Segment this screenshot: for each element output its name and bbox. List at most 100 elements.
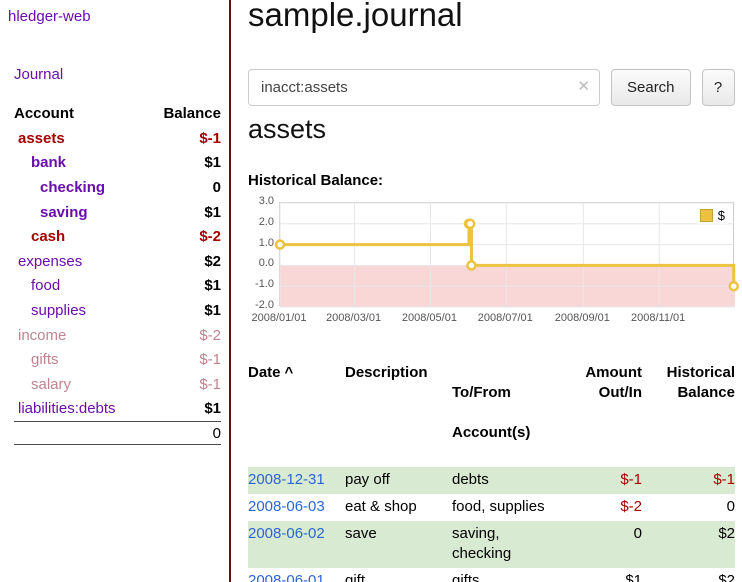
x-tick-label: 2008/05/01: [402, 312, 457, 324]
account-row: liabilities:debts $1: [14, 397, 221, 422]
col-header-balance: Historical Balance: [642, 360, 735, 467]
chart-legend: $: [697, 207, 728, 224]
x-tick-label: 2008/11/01: [631, 312, 685, 324]
account-link-gifts[interactable]: gifts: [14, 351, 59, 368]
hledger-web-app: hledger-web Journal Account Balance asse…: [0, 0, 742, 582]
section-heading: assets: [248, 112, 326, 146]
account-link-income[interactable]: income: [14, 327, 66, 344]
y-tick-label: -2.0: [255, 299, 274, 311]
account-row: income $-2: [14, 323, 221, 348]
account-balance: $1: [204, 302, 221, 319]
row-balance: $2: [642, 521, 735, 568]
chart-y-axis: 3.02.01.00.0-1.0-2.0: [248, 196, 274, 316]
account-balance: $-1: [199, 351, 221, 368]
row-amount: $-2: [580, 494, 642, 521]
table-row: 2008-06-01 gift gifts $1 $2: [248, 568, 735, 582]
balance-chart: 3.02.01.00.0-1.0-2.0 $ 2008/01/012008/03…: [248, 196, 735, 330]
col-header-description: Description: [345, 360, 452, 467]
search-button[interactable]: Search: [611, 69, 691, 106]
table-row: 2008-06-02 save saving, checking 0 $2: [248, 521, 735, 568]
x-tick-label: 2008/07/01: [478, 312, 533, 324]
date-link[interactable]: 2008-12-31: [248, 471, 325, 488]
account-row: food $1: [14, 274, 221, 299]
x-tick-label: 2008/01/01: [251, 312, 306, 324]
table-row: 2008-06-03 eat & shop food, supplies $-2…: [248, 494, 735, 521]
accounts-table: Account Balance assets $-1 bank $1 check…: [14, 100, 221, 445]
row-description: pay off: [345, 467, 452, 494]
chart-series: [280, 203, 733, 307]
accounts-total-row: 0: [14, 421, 221, 445]
col-header-amount-line2: Out/In: [580, 383, 642, 403]
row-balance: $2: [642, 568, 735, 582]
col-header-date[interactable]: Date^: [248, 360, 345, 467]
y-tick-label: 1.0: [259, 237, 274, 249]
account-balance: $-2: [199, 228, 221, 245]
account-row: supplies $1: [14, 298, 221, 323]
date-link[interactable]: 2008-06-03: [248, 498, 325, 515]
sidebar: hledger-web Journal Account Balance asse…: [0, 0, 231, 582]
legend-swatch-icon: [700, 209, 713, 222]
row-description: eat & shop: [345, 494, 452, 521]
account-link-bank[interactable]: bank: [14, 154, 66, 171]
table-row: 2008-12-31 pay off debts $-1 $-1: [248, 467, 735, 494]
main-content: sample.journal ✕ Search ? assets Histori…: [248, 0, 742, 582]
row-balance: $-1: [642, 467, 735, 494]
page-title: sample.journal: [248, 0, 463, 36]
row-accounts: food, supplies: [452, 494, 580, 521]
search-box: ✕: [248, 69, 600, 106]
account-link-food[interactable]: food: [14, 277, 60, 294]
search-form: ✕ Search ?: [248, 69, 738, 106]
account-link-cash[interactable]: cash: [14, 228, 65, 245]
col-header-accounts: To/From Account(s): [452, 360, 580, 467]
account-link-saving[interactable]: saving: [14, 204, 88, 221]
account-row: assets $-1: [14, 126, 221, 151]
row-amount: $1: [580, 568, 642, 582]
help-button[interactable]: ?: [702, 69, 735, 106]
row-description: gift: [345, 568, 452, 582]
col-header-date-label: Date: [248, 364, 281, 381]
col-header-amount-line1: Amount: [580, 363, 642, 383]
row-balance: 0: [642, 494, 735, 521]
row-amount: $-1: [580, 467, 642, 494]
row-accounts: gifts: [452, 568, 580, 582]
chart-x-axis: 2008/01/012008/03/012008/05/012008/07/01…: [279, 312, 734, 326]
row-amount: 0: [580, 521, 642, 568]
account-link-liabilities-debts[interactable]: liabilities:debts: [14, 400, 116, 417]
accounts-header-account: Account: [14, 105, 74, 122]
sidebar-item-journal[interactable]: Journal: [14, 66, 63, 83]
accounts-table-header: Account Balance: [14, 100, 221, 126]
account-row: saving $1: [14, 200, 221, 225]
y-tick-label: 3.0: [259, 195, 274, 207]
account-row: expenses $2: [14, 249, 221, 274]
account-link-salary[interactable]: salary: [14, 376, 71, 393]
search-input[interactable]: [248, 69, 600, 106]
row-accounts: debts: [452, 467, 580, 494]
account-row: salary $-1: [14, 372, 221, 397]
col-header-accounts-line2: Account(s): [452, 423, 580, 443]
date-link[interactable]: 2008-06-02: [248, 525, 325, 542]
account-link-assets[interactable]: assets: [14, 130, 65, 147]
account-link-checking[interactable]: checking: [14, 179, 105, 196]
chart-plot-area[interactable]: $: [279, 202, 734, 306]
y-tick-label: 0.0: [259, 257, 274, 269]
account-row: gifts $-1: [14, 347, 221, 372]
x-tick-label: 2008/03/01: [326, 312, 381, 324]
account-link-supplies[interactable]: supplies: [14, 302, 86, 319]
accounts-header-balance: Balance: [163, 105, 221, 122]
account-row: bank $1: [14, 151, 221, 176]
col-header-accounts-line1: To/From: [452, 383, 580, 403]
account-balance: $1: [204, 154, 221, 171]
date-link[interactable]: 2008-06-01: [248, 572, 325, 582]
app-title-link[interactable]: hledger-web: [8, 8, 91, 25]
account-row: cash $-2: [14, 224, 221, 249]
y-tick-label: 2.0: [259, 216, 274, 228]
account-balance: $2: [204, 253, 221, 270]
col-header-amount: Amount Out/In: [580, 360, 642, 467]
sort-ascending-icon: ^: [285, 364, 294, 381]
account-balance: $1: [204, 400, 221, 417]
account-link-expenses[interactable]: expenses: [14, 253, 82, 270]
clear-search-icon[interactable]: ✕: [577, 78, 590, 96]
x-tick-label: 2008/09/01: [555, 312, 610, 324]
register-table: Date^ Description To/From Account(s) Amo…: [248, 360, 735, 582]
register-table-header: Date^ Description To/From Account(s) Amo…: [248, 360, 735, 467]
